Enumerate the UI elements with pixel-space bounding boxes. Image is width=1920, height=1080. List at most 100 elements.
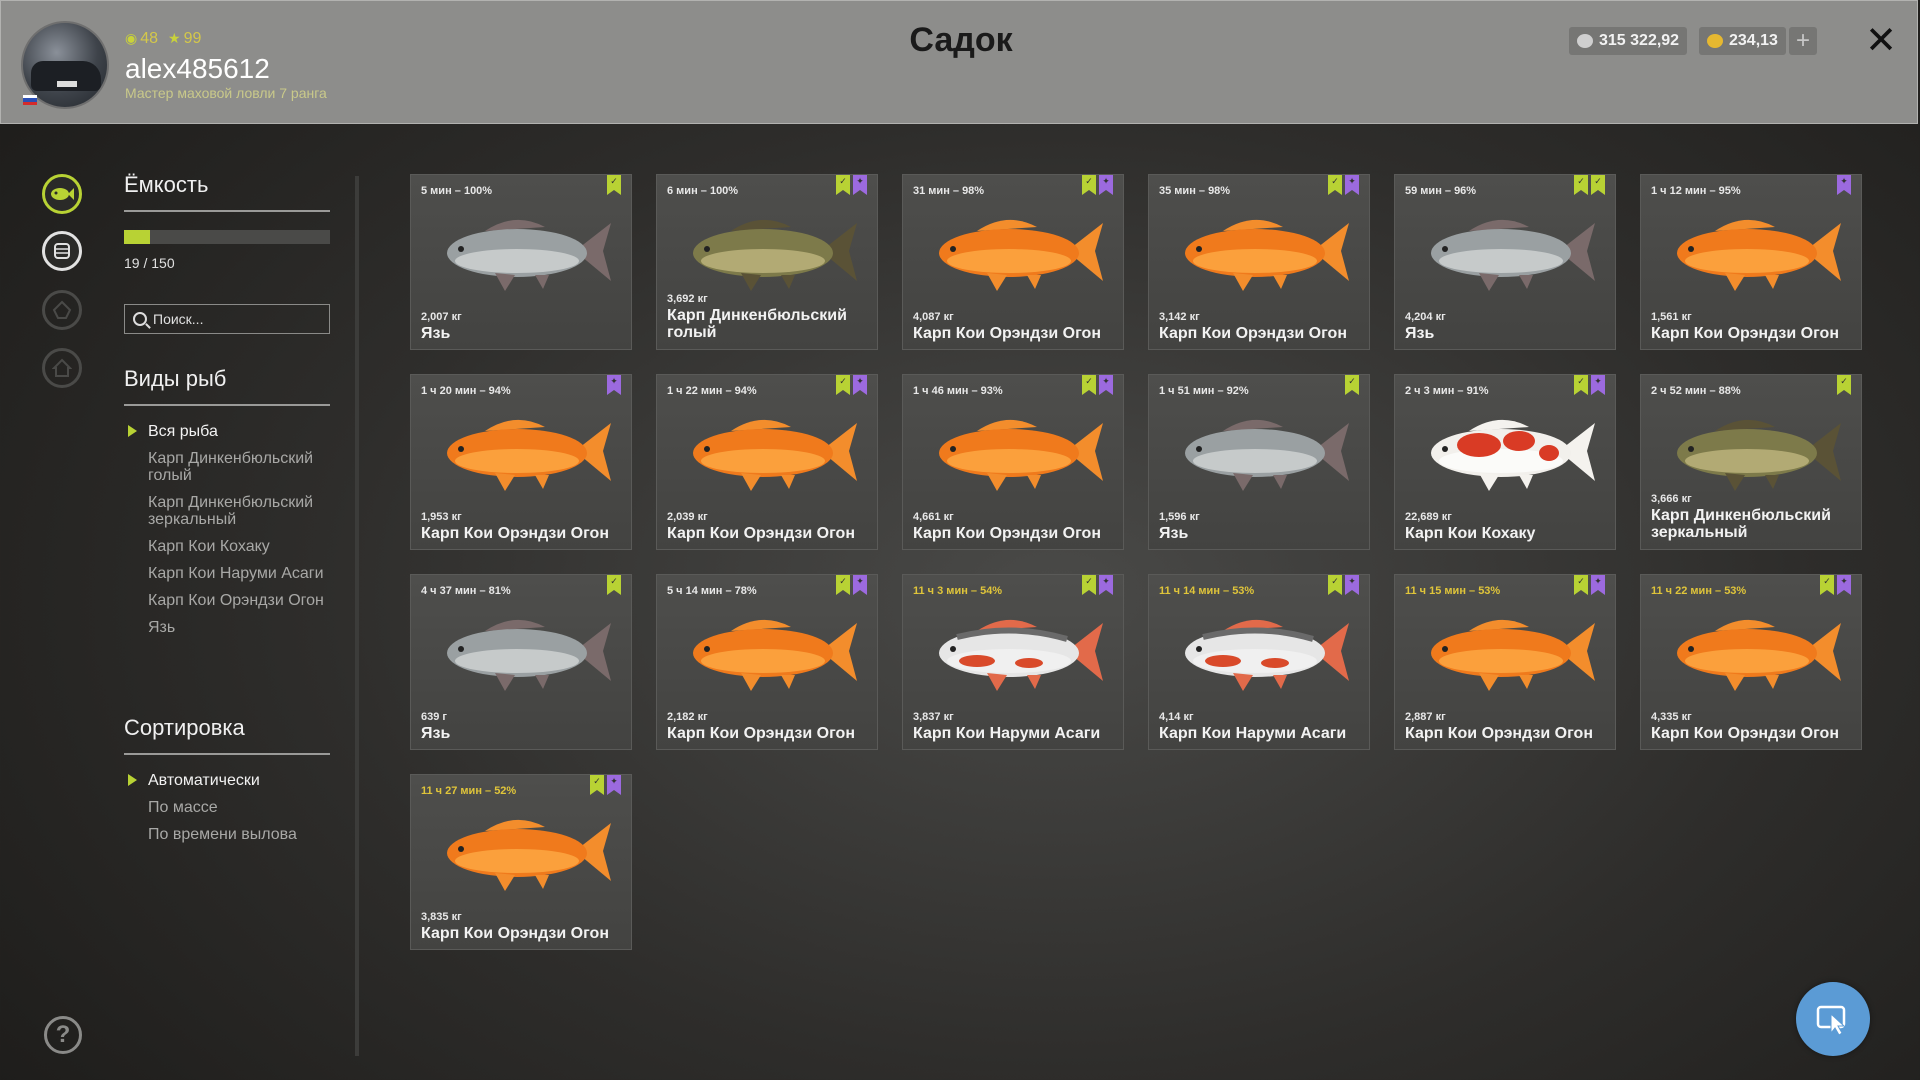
fish-name: Карп Динкенбюльский зеркальный [1651,507,1831,541]
badge-group: ✓ ✦ [1082,375,1113,395]
sort-option[interactable]: Автоматически [128,772,338,789]
fish-card[interactable]: 1 ч 51 мин – 92% ✓ 1,596 кг Язь [1148,374,1370,550]
badge-group: ✦ [607,375,621,395]
fish-image [1163,403,1355,499]
tackle-icon [52,300,72,319]
orange-fish-icon [939,219,1103,291]
fish-weight: 4,087 кг [913,311,954,323]
keepnet-icon [54,243,70,259]
fish-weight: 3,142 кг [1159,311,1200,323]
player-rank: Мастер маховой ловли 7 ранга [125,85,327,101]
badge-group: ✓ ✦ [1328,175,1359,195]
fish-weight: 4,661 кг [913,511,954,523]
star-bookmark-icon: ✦ [853,175,867,195]
panel-divider [355,176,359,1056]
carp-fish-icon [1677,419,1841,491]
fish-weight: 4,14 кг [1159,711,1194,723]
fish-card[interactable]: 1 ч 20 мин – 94% ✦ 1,953 кг Карп Кои Орэндз… [410,374,632,550]
cursor-mode-button[interactable] [1796,982,1870,1056]
star-bookmark-icon: ✦ [1591,575,1605,595]
fish-weight: 2,182 кг [667,711,708,723]
help-button[interactable]: ? [44,1016,82,1054]
fish-name: Язь [1405,325,1435,342]
fish-card[interactable]: 11 ч 14 мин – 53% ✓ ✦ 4,14 кг Карп Кои Нарум… [1148,574,1370,750]
fish-image [1163,203,1355,299]
species-option[interactable]: Карп Динкенбюльский зеркальный [148,494,338,528]
add-currency-button[interactable]: + [1789,27,1817,55]
nav-tackle-tab[interactable] [42,290,82,330]
badge-group: ✓ ✓ [1574,175,1605,195]
fish-image [1655,603,1847,699]
fish-card[interactable]: 2 ч 52 мин – 88% ✓ 3,666 кг Карп Динкенбюль… [1640,374,1862,550]
capacity-count: 19 / 150 [124,255,175,271]
orange-fish-icon [447,419,611,491]
gold-balance: 234,13 [1699,27,1786,55]
star-bookmark-icon: ✦ [1591,375,1605,395]
kohaku-fish-icon [1431,419,1595,491]
badge-group: ✓ ✦ [836,175,867,195]
search-input[interactable]: Поиск... [124,304,330,334]
fish-name: Карп Динкенбюльский голый [667,307,847,341]
star-bookmark-icon: ✦ [853,375,867,395]
fish-card[interactable]: 59 мин – 96% ✓ ✓ 4,204 кг Язь [1394,174,1616,350]
orange-fish-icon [447,819,611,891]
species-option[interactable]: Карп Динкенбюльский голый [148,450,338,484]
nav-keepnet-tab[interactable] [42,231,82,271]
check-bookmark-icon: ✓ [836,375,850,395]
sort-option[interactable]: По времени вылова [148,826,338,843]
catch-time: 1 ч 46 мин – 93% [913,385,1003,397]
catch-time: 11 ч 27 мин – 52% [421,785,517,797]
species-option[interactable]: Карп Кои Наруми Асаги [148,565,338,582]
catch-time: 1 ч 12 мин – 95% [1651,185,1741,197]
catch-time: 5 ч 14 мин – 78% [667,585,757,597]
sort-option[interactable]: По массе [148,799,338,816]
fish-card[interactable]: 4 ч 37 мин – 81% ✓ 639 г Язь [410,574,632,750]
check-bookmark-icon: ✓ [1082,575,1096,595]
nav-fish-tab[interactable] [42,174,82,214]
fish-weight: 3,692 кг [667,293,708,305]
species-option[interactable]: Карп Кои Кохаку [148,538,338,555]
check-bookmark-icon: ✓ [1082,175,1096,195]
orange-fish-icon [1185,219,1349,291]
fish-image [1409,403,1601,499]
fish-name: Язь [1159,525,1189,542]
star-bookmark-icon: ✦ [1837,175,1851,195]
close-button[interactable]: ✕ [1863,22,1899,60]
catch-time: 11 ч 3 мин – 54% [913,585,1003,597]
species-option[interactable]: Вся рыба [128,423,338,440]
fish-card[interactable]: 5 мин – 100% ✓ 2,007 кг Язь [410,174,632,350]
fish-image [1409,203,1601,299]
fish-card[interactable]: 1 ч 46 мин – 93% ✓ ✦ 4,661 кг Карп Кои Орэнд… [902,374,1124,550]
fish-card[interactable]: 5 ч 14 мин – 78% ✓ ✦ 2,182 кг Карп Кои Орэнд… [656,574,878,750]
fish-name: Карп Кои Орэндзи Огон [913,325,1101,342]
fish-card[interactable]: 11 ч 3 мин – 54% ✓ ✦ 3,837 кг Карп Кои Нарум… [902,574,1124,750]
star-bookmark-icon: ✦ [607,375,621,395]
fish-card[interactable]: 2 ч 3 мин – 91% ✓ ✦ 22,689 кг Карп Кои Кохак… [1394,374,1616,550]
divider [124,210,330,212]
catch-time: 11 ч 22 мин – 53% [1651,585,1747,597]
fish-card[interactable]: 1 ч 22 мин – 94% ✓ ✦ 2,039 кг Карп Кои Орэнд… [656,374,878,550]
species-option[interactable]: Карп Кои Орэндзи Огон [148,592,338,609]
nav-home-tab[interactable] [42,348,82,388]
catch-time: 1 ч 20 мин – 94% [421,385,511,397]
fish-card[interactable]: 35 мин – 98% ✓ ✦ 3,142 кг Карп Кои Орэндзи О… [1148,174,1370,350]
fish-card[interactable]: 11 ч 22 мин – 53% ✓ ✦ 4,335 кг Карп Кои Орэн… [1640,574,1862,750]
catch-time: 59 мин – 96% [1405,185,1477,197]
ide-fish-icon [1185,419,1349,491]
orange-fish-icon [1431,619,1595,691]
fish-card[interactable]: 6 мин – 100% ✓ ✦ 3,692 кг Карп Динкенбюльски… [656,174,878,350]
fish-weight: 4,204 кг [1405,311,1446,323]
fish-image [917,603,1109,699]
fish-card[interactable]: 1 ч 12 мин – 95% ✦ 1,561 кг Карп Кои Орэндз… [1640,174,1862,350]
fish-image [917,403,1109,499]
badge-group: ✓ ✦ [590,775,621,795]
species-option[interactable]: Язь [148,619,338,636]
badge-group: ✓ ✦ [1082,575,1113,595]
fish-card[interactable]: 11 ч 15 мин – 53% ✓ ✦ 2,887 кг Карп Кои Орэн… [1394,574,1616,750]
badge-group: ✓ ✦ [1082,175,1113,195]
fish-weight: 2,039 кг [667,511,708,523]
fish-card[interactable]: 11 ч 27 мин – 52% ✓ ✦ 3,835 кг Карп Кои Орэн… [410,774,632,950]
cursor-icon [1816,1005,1846,1036]
fish-name: Карп Кои Орэндзи Огон [913,525,1101,542]
fish-card[interactable]: 31 мин – 98% ✓ ✦ 4,087 кг Карп Кои Орэндзи О… [902,174,1124,350]
